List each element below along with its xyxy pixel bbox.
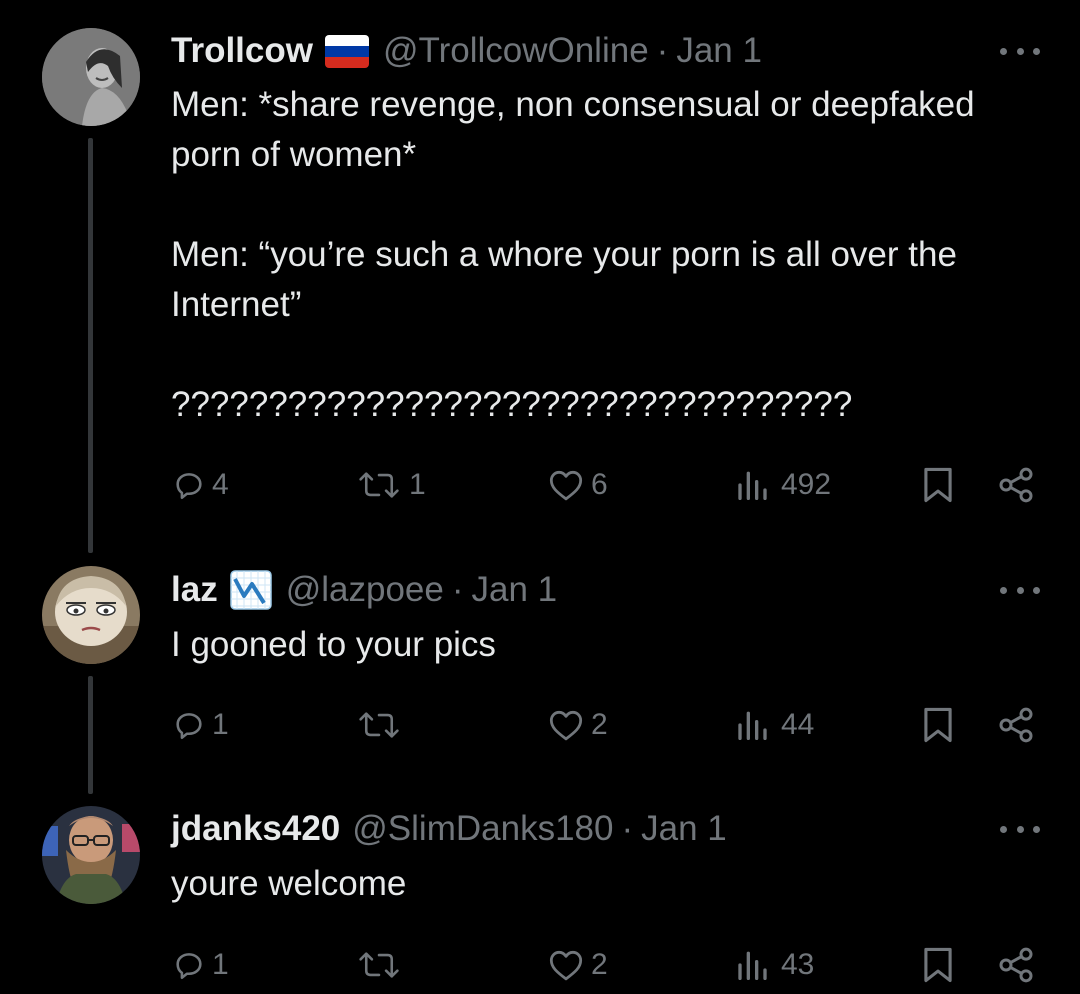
avatar[interactable] [42,806,140,904]
separator-dot: · [621,809,634,848]
like-button[interactable]: 2 [547,940,608,990]
views-button[interactable]: 43 [735,940,814,990]
bookmark-icon [924,947,952,983]
tweet-text: youre welcome [171,864,407,903]
user-handle[interactable]: @SlimDanks180 [352,809,613,849]
views-icon [738,951,767,980]
more-options-icon[interactable] [1000,814,1040,844]
reply-count: 1 [212,948,229,981]
reply-button[interactable]: 1 [172,940,229,990]
reply-icon [176,953,202,980]
display-name[interactable]: jdanks420 [171,809,340,849]
share-button[interactable] [996,940,1042,990]
tweet-actions: 1 2 43 [0,940,1080,990]
tweet[interactable]: jdanks420 @SlimDanks180 · Jan 1 youre we… [0,0,1080,994]
views-count: 43 [781,948,815,981]
bookmark-button[interactable] [920,940,962,990]
heart-icon [549,950,583,981]
like-count: 2 [591,948,608,981]
retweet-button[interactable] [355,940,409,990]
share-icon [999,947,1033,983]
retweet-icon [359,952,399,978]
tweet-date[interactable]: Jan 1 [641,809,727,849]
